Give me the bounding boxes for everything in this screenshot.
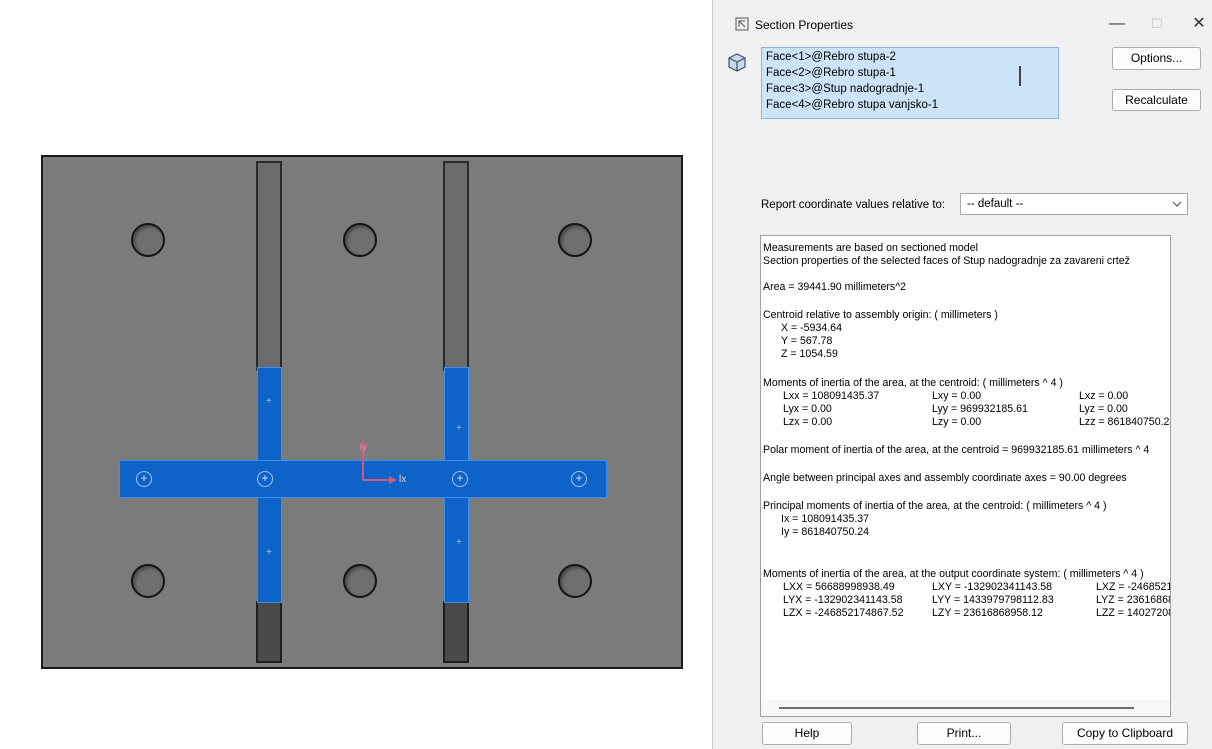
section-properties-dialog: Section Properties — ☐ ✕ Face<1>@Rebro s… [712, 0, 1212, 749]
close-button[interactable]: ✕ [1182, 10, 1212, 38]
selected-faces-list[interactable]: Face<1>@Rebro stupa-2 Face<2>@Rebro stup… [761, 47, 1059, 119]
rib-left-lower-end[interactable] [256, 601, 282, 663]
coordinate-system-value: -- default -- [967, 198, 1024, 210]
face-list-scrollbar[interactable] [1019, 66, 1021, 86]
face-marker-icon: + [266, 396, 272, 407]
rib-right-upper[interactable] [443, 161, 469, 371]
output-moi-header: Moments of inertia of the area, at the o… [763, 568, 1144, 580]
bolt-hole [558, 223, 592, 257]
hole-center-marker-icon: + [257, 471, 273, 487]
face-marker-icon: + [456, 423, 462, 434]
moi-value: Lxy = 0.00 [932, 390, 982, 402]
hole-center-marker-icon: + [452, 471, 468, 487]
print-button[interactable]: Print... [917, 722, 1011, 745]
rib-left-upper[interactable] [256, 161, 282, 371]
centroid-header: Centroid relative to assembly origin: ( … [763, 309, 998, 321]
results-line: Section properties of the selected faces… [763, 255, 1130, 267]
moi-value: Lzz = 861840750.24 [1079, 416, 1171, 428]
copy-to-clipboard-button[interactable]: Copy to Clipboard [1062, 722, 1188, 745]
face-list-item[interactable]: Face<1>@Rebro stupa-2 [766, 51, 896, 63]
title-bar[interactable]: Section Properties — ☐ ✕ [713, 0, 1212, 40]
polar-moment: Polar moment of inertia of the area, at … [763, 444, 1150, 456]
output-moi-value: LZY = 23616868958.12 [932, 607, 1043, 619]
output-moi-value: LXZ = -246852174867.52 [1096, 581, 1171, 593]
area-value: Area = 39441.90 millimeters^2 [763, 281, 907, 293]
scrollbar-thumb[interactable] [779, 707, 1134, 709]
bolt-hole [131, 564, 165, 598]
moi-value: Lyy = 969932185.61 [932, 403, 1028, 415]
window-title: Section Properties [755, 18, 854, 32]
coordinate-system-select[interactable]: -- default -- [960, 193, 1188, 215]
output-moi-value: LXY = -132902341143.58 [932, 581, 1053, 593]
output-moi-value: LYY = 1433979798112.83 [932, 594, 1054, 606]
base-plate[interactable]: + + + + + + + + [41, 155, 683, 669]
output-moi-value: LYX = -132902341143.58 [783, 594, 903, 606]
report-coordinate-label: Report coordinate values relative to: [761, 199, 946, 211]
output-moi-value: LZX = -246852174867.52 [783, 607, 904, 619]
help-button[interactable]: Help [762, 722, 852, 745]
output-moi-value: LZZ = 1402720894 [1096, 607, 1170, 619]
selected-face-rib-left-top[interactable] [257, 367, 282, 463]
moi-value: Lyz = 0.00 [1079, 403, 1128, 415]
moi-value: Lzy = 0.00 [932, 416, 982, 428]
recalculate-button[interactable]: Recalculate [1112, 89, 1201, 111]
moi-value: Lzx = 0.00 [783, 416, 833, 428]
centroid-x: X = -5934.64 [781, 322, 842, 334]
moi-header: Moments of inertia of the area, at the c… [763, 377, 1063, 389]
principal-iy: Iy = 861840750.24 [781, 526, 870, 538]
output-moi-value: LYZ = 23616868958.12 [1096, 594, 1170, 606]
face-marker-icon: + [456, 537, 462, 548]
selected-face-rib-right-top[interactable] [444, 367, 469, 463]
face-list-item[interactable]: Face<3>@Stup nadogradnje-1 [766, 83, 924, 95]
minimize-button[interactable]: — [1100, 10, 1134, 38]
centroid-z: Z = 1054.59 [781, 348, 838, 360]
moi-value: Lyx = 0.00 [783, 403, 832, 415]
selected-faces-cube-icon [728, 53, 746, 72]
bolt-hole [343, 223, 377, 257]
bolt-hole [343, 564, 377, 598]
principal-axes-triad-icon: ly lx [355, 436, 415, 492]
graphics-viewport[interactable]: + + + + + + + + ly lx [0, 0, 712, 749]
chevron-down-icon [1172, 201, 1182, 207]
selected-face-rib-right-bottom[interactable] [444, 497, 469, 603]
triad-label: lx [399, 474, 407, 485]
options-button[interactable]: Options... [1112, 47, 1201, 70]
rib-right-lower-end[interactable] [443, 601, 469, 663]
principal-header: Principal moments of inertia of the area… [763, 500, 1107, 512]
face-list-item[interactable]: Face<4>@Rebro stupa vanjsko-1 [766, 99, 938, 111]
face-marker-icon: + [266, 547, 272, 558]
results-line: Measurements are based on sectioned mode… [763, 242, 978, 254]
maximize-button[interactable]: ☐ [1140, 10, 1174, 38]
output-moi-value: LXX = 56688998938.49 [783, 581, 895, 593]
section-properties-app-icon [735, 17, 749, 31]
bolt-hole [558, 564, 592, 598]
moi-value: Lxx = 108091435.37 [783, 390, 880, 402]
hole-center-marker-icon: + [571, 471, 587, 487]
principal-angle: Angle between principal axes and assembl… [763, 472, 1127, 484]
svg-text:ly: ly [360, 442, 367, 452]
bolt-hole [131, 223, 165, 257]
centroid-y: Y = 567.78 [781, 335, 833, 347]
results-horizontal-scrollbar[interactable] [761, 700, 1170, 716]
moi-value: Lxz = 0.00 [1079, 390, 1129, 402]
hole-center-marker-icon: + [136, 471, 152, 487]
results-text-area[interactable]: Measurements are based on sectioned mode… [760, 235, 1171, 717]
principal-ix: Ix = 108091435.37 [781, 513, 870, 525]
face-list-item[interactable]: Face<2>@Rebro stupa-1 [766, 67, 896, 79]
